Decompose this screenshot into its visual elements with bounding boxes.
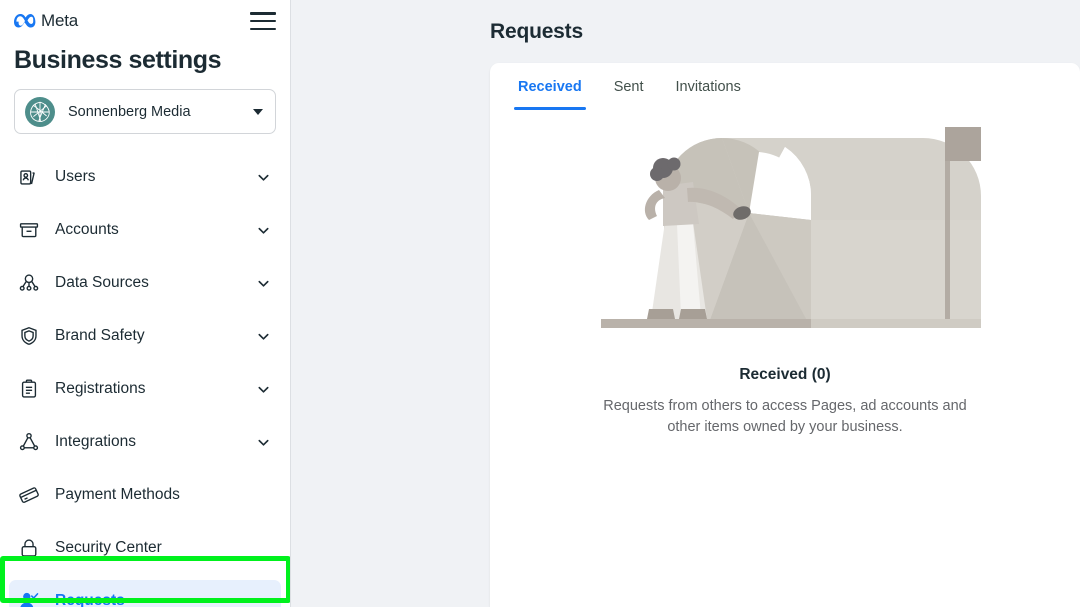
chevron-down-icon[interactable] xyxy=(256,276,271,291)
empty-state-title: Received (0) xyxy=(739,366,831,383)
caret-down-icon xyxy=(253,108,263,115)
sidebar-item-data-sources[interactable]: Data Sources xyxy=(9,262,281,304)
sidebar-item-label: Payment Methods xyxy=(55,486,180,503)
business-selector[interactable]: Sonnenberg Media xyxy=(14,89,276,134)
page-title: Requests xyxy=(490,20,583,43)
sidebar-item-label: Users xyxy=(55,168,96,185)
shield-icon xyxy=(16,325,42,347)
hamburger-menu-icon[interactable] xyxy=(250,11,276,31)
requests-card: Received Sent Invitations Received (0) R… xyxy=(490,63,1080,607)
tab-sent[interactable]: Sent xyxy=(598,63,660,110)
sidebar-item-label: Integrations xyxy=(55,433,136,450)
tab-received[interactable]: Received xyxy=(502,63,598,110)
chevron-down-icon[interactable] xyxy=(256,170,271,185)
page-title-business-settings: Business settings xyxy=(14,46,222,74)
sidebar-item-integrations[interactable]: Integrations xyxy=(9,421,281,463)
sidebar-item-label: Brand Safety xyxy=(55,327,145,344)
sidebar-item-security-center[interactable]: Security Center xyxy=(9,527,281,569)
sidebar-item-brand-safety[interactable]: Brand Safety xyxy=(9,315,281,357)
tab-invitations[interactable]: Invitations xyxy=(660,63,757,110)
avatar xyxy=(25,96,55,127)
sidebar-item-label: Registrations xyxy=(55,380,146,397)
business-settings-page: Meta Business settings Sonnenberg Media … xyxy=(0,0,1080,607)
credit-card-icon xyxy=(16,484,42,506)
chevron-down-icon[interactable] xyxy=(256,382,271,397)
data-sources-node-icon xyxy=(16,272,42,294)
sidebar-item-label: Requests xyxy=(55,592,125,607)
clipboard-icon xyxy=(16,378,42,400)
sidebar-topbar: Meta xyxy=(0,0,290,42)
sidebar-item-payment-methods[interactable]: Payment Methods xyxy=(9,474,281,516)
sidebar-item-requests[interactable]: Requests xyxy=(9,580,281,607)
integrations-triangle-icon xyxy=(16,431,42,453)
person-check-icon xyxy=(16,590,42,607)
sidebar-item-registrations[interactable]: Registrations xyxy=(9,368,281,410)
sidebar-item-accounts[interactable]: Accounts xyxy=(9,209,281,251)
chevron-down-icon[interactable] xyxy=(256,223,271,238)
empty-state-description: Requests from others to access Pages, ad… xyxy=(603,398,967,435)
mailbox-person-illustration xyxy=(601,127,981,328)
sidebar-item-label: Accounts xyxy=(55,221,119,238)
chevron-down-icon[interactable] xyxy=(256,435,271,450)
sidebar: Meta Business settings Sonnenberg Media … xyxy=(0,0,291,607)
chevron-down-icon[interactable] xyxy=(256,329,271,344)
accounts-box-icon xyxy=(16,219,42,241)
meta-logo: Meta xyxy=(14,11,78,31)
meta-wordmark: Meta xyxy=(41,11,78,30)
lock-icon xyxy=(16,537,42,559)
meta-infinity-mark-icon xyxy=(14,13,36,29)
sidebar-nav: Users Accounts Data Sources Brand Safety… xyxy=(0,156,290,607)
empty-state: Received (0) Requests from others to acc… xyxy=(490,110,1080,438)
business-name: Sonnenberg Media xyxy=(68,103,191,120)
tab-bar: Received Sent Invitations xyxy=(490,63,1080,110)
sidebar-item-label: Data Sources xyxy=(55,274,149,291)
sidebar-item-users[interactable]: Users xyxy=(9,156,281,198)
sidebar-item-label: Security Center xyxy=(55,539,162,556)
main-content: Requests Received Sent Invitations Recei… xyxy=(291,0,1080,607)
users-id-card-icon xyxy=(16,166,42,188)
